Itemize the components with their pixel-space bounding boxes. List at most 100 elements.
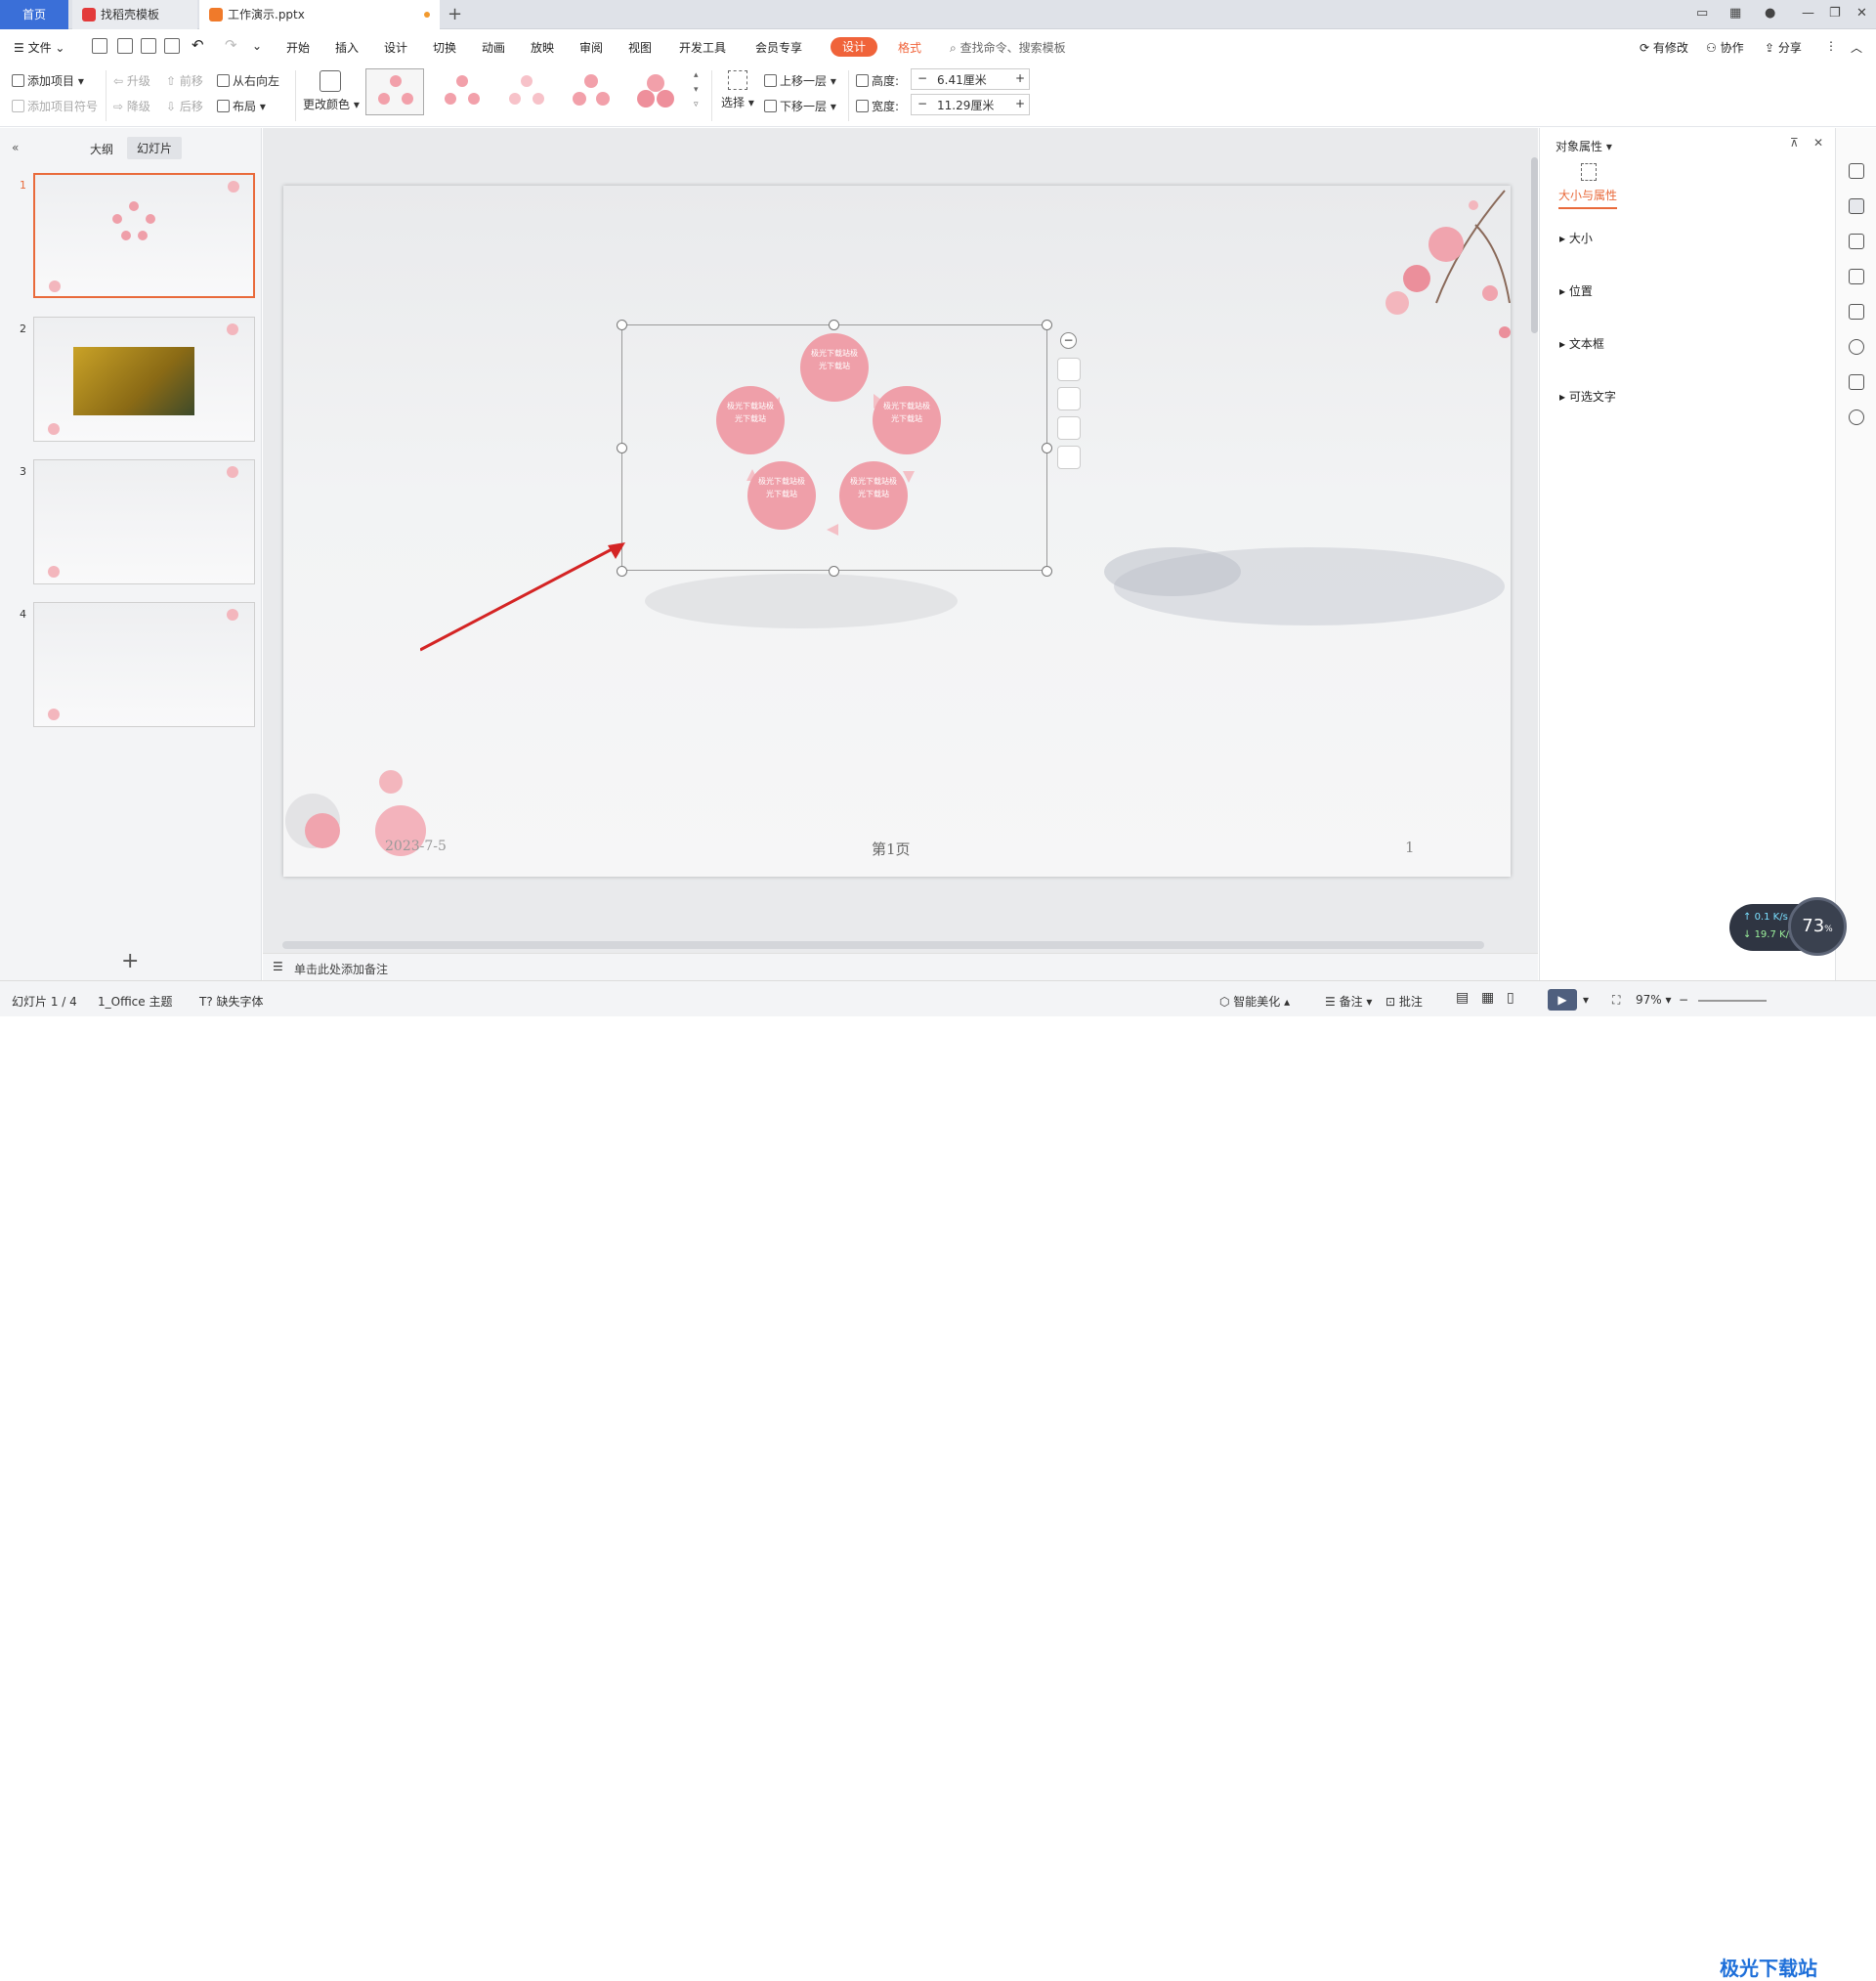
tab-document[interactable]: 工作演示.pptx (199, 0, 440, 29)
avatar[interactable]: ● (1765, 6, 1775, 21)
theme-name[interactable]: 1_Office 主题 (98, 993, 172, 1010)
close-panel-icon[interactable]: ✕ (1813, 136, 1823, 150)
layout-icon[interactable]: ▭ (1696, 6, 1708, 21)
menu-design[interactable]: 设计 (384, 39, 407, 56)
style-gallery-scroll[interactable]: ▴ ▾ ▿ (694, 68, 699, 112)
redo-icon[interactable]: ↷ (225, 36, 237, 54)
share-button[interactable]: ⇪ 分享 (1765, 39, 1802, 56)
collapse-icon[interactable]: − (1060, 332, 1077, 349)
properties-icon[interactable] (1849, 198, 1864, 214)
notes-placeholder[interactable]: 单击此处添加备注 (294, 961, 388, 977)
menu-insert[interactable]: 插入 (335, 39, 359, 56)
more-icon[interactable]: ⋮ (1825, 39, 1837, 53)
collab-button[interactable]: ⚇ 协作 (1706, 39, 1744, 56)
bring-forward-button[interactable]: 上移一层 ▾ (764, 72, 836, 89)
book-icon[interactable] (1849, 374, 1864, 390)
collapse-ribbon-icon[interactable]: ︿ (1851, 39, 1862, 56)
slide-thumbnail-3[interactable] (33, 459, 255, 584)
preview-icon[interactable] (164, 38, 180, 54)
smartart-style-3[interactable] (496, 68, 555, 115)
lightbulb-icon[interactable] (1057, 446, 1081, 469)
rtl-button[interactable]: 从右向左 (217, 72, 279, 89)
more-quick-icon[interactable]: ⌄ (252, 39, 262, 53)
crop-icon[interactable] (1057, 416, 1081, 440)
section-position[interactable]: ▸ 位置 (1559, 282, 1593, 299)
minimize-icon[interactable]: — (1802, 6, 1814, 21)
slide-page-label[interactable]: 第1页 (872, 839, 911, 859)
menu-developer[interactable]: 开发工具 (679, 39, 726, 56)
collapse-panel-icon[interactable]: « (12, 141, 19, 154)
command-search[interactable]: ⌕ 查找命令、搜索模板 (950, 39, 1066, 56)
cycle-node-5[interactable]: 极光下载站极光下载站 (716, 386, 785, 454)
cycle-node-3[interactable]: 极光下载站极光下载站 (839, 461, 908, 530)
save-icon[interactable] (92, 38, 107, 54)
cycle-node-4[interactable]: 极光下载站极光下载站 (747, 461, 816, 530)
tab-outline[interactable]: 大纲 (90, 141, 113, 157)
send-backward-button[interactable]: 下移一层 ▾ (764, 98, 836, 114)
copy-icon[interactable] (1849, 269, 1864, 284)
select-button[interactable]: 选择 ▾ (721, 70, 754, 110)
smartart-style-5[interactable] (625, 68, 684, 115)
file-menu[interactable]: ☰ 文件 ⌄ (14, 39, 64, 56)
modified-button[interactable]: ⟳ 有修改 (1640, 39, 1688, 56)
menu-view[interactable]: 视图 (628, 39, 652, 56)
width-decrease-icon[interactable]: − (917, 97, 927, 110)
promote-button[interactable]: ⇦ 升级 (113, 72, 150, 89)
tab-slides[interactable]: 幻灯片 (127, 137, 183, 159)
slide-thumbnail-2[interactable] (33, 317, 255, 442)
menu-transition[interactable]: 切换 (433, 39, 456, 56)
vertical-scrollbar[interactable] (1531, 138, 1538, 978)
layout-button[interactable]: 布局 ▾ (217, 98, 266, 114)
height-value[interactable]: 6.41厘米 (937, 71, 987, 88)
width-value[interactable]: 11.29厘米 (937, 97, 994, 113)
scrollbar-thumb[interactable] (1531, 157, 1538, 333)
layers-icon[interactable] (1057, 358, 1081, 381)
horizontal-scrollbar[interactable] (282, 941, 1484, 949)
undo-icon[interactable]: ↶ (192, 36, 204, 54)
slide-page-number[interactable]: 1 (1405, 839, 1415, 856)
pin-icon[interactable]: ⊼ (1790, 136, 1799, 150)
smartart-style-4[interactable] (561, 68, 619, 115)
rocket-icon[interactable] (1849, 163, 1864, 179)
cycle-node-2[interactable]: 极光下载站极光下载站 (873, 386, 941, 454)
close-icon[interactable]: ✕ (1856, 6, 1867, 21)
comments-button[interactable]: ⊡ 批注 (1386, 993, 1423, 1010)
height-decrease-icon[interactable]: − (917, 71, 927, 85)
zoom-out-icon[interactable]: − (1679, 993, 1688, 1007)
menu-animation[interactable]: 动画 (482, 39, 505, 56)
play-button[interactable]: ▶ (1548, 989, 1577, 1011)
menu-slideshow[interactable]: 放映 (531, 39, 554, 56)
slide-canvas[interactable]: 极光下载站极光下载站 极光下载站极光下载站 极光下载站极光下载站 极光下载站极光… (283, 186, 1511, 877)
smartart-style-1[interactable] (365, 68, 424, 115)
add-item-button[interactable]: 添加项目 ▾ (12, 72, 84, 89)
sorter-view-icon[interactable]: ▦ (1481, 990, 1494, 1006)
menu-review[interactable]: 审阅 (579, 39, 603, 56)
change-color-button[interactable]: 更改颜色 ▾ (303, 70, 360, 112)
tab-smartart-design[interactable]: 设计 (831, 37, 878, 57)
export-icon[interactable] (117, 38, 133, 54)
memory-gauge[interactable]: 73% (1788, 897, 1847, 956)
restore-icon[interactable]: ❐ (1829, 6, 1841, 21)
width-increase-icon[interactable]: + (1015, 97, 1025, 110)
section-size[interactable]: ▸ 大小 (1559, 230, 1593, 246)
reading-view-icon[interactable]: ▯ (1507, 990, 1514, 1006)
smart-beautify-button[interactable]: ⬡ 智能美化 ▴ (1219, 993, 1290, 1010)
location-icon[interactable] (1849, 339, 1864, 355)
smartart-style-2[interactable] (432, 68, 490, 115)
notes-button[interactable]: ☰ 备注 ▾ (1325, 993, 1372, 1010)
height-increase-icon[interactable]: + (1015, 71, 1025, 85)
slide-thumbnail-1[interactable] (33, 173, 255, 298)
fit-window-icon[interactable]: ⛶ (1612, 993, 1620, 1008)
section-alt-text[interactable]: ▸ 可选文字 (1559, 388, 1616, 405)
image-icon[interactable] (1849, 304, 1864, 320)
new-tab-button[interactable]: + (448, 4, 462, 24)
width-stepper[interactable]: − 11.29厘米 + (911, 94, 1030, 115)
add-slide-button[interactable]: + (121, 949, 139, 973)
add-bullet-button[interactable]: 添加项目符号 (12, 98, 98, 114)
tab-size-properties[interactable]: 大小与属性 (1558, 187, 1618, 209)
tab-template[interactable]: 找稻壳模板 (72, 0, 197, 29)
menu-member[interactable]: 会员专享 (755, 39, 802, 56)
help-icon[interactable] (1849, 409, 1864, 425)
slide-thumbnail-4[interactable] (33, 602, 255, 727)
cycle-node-1[interactable]: 极光下载站极光下载站 (800, 333, 869, 402)
